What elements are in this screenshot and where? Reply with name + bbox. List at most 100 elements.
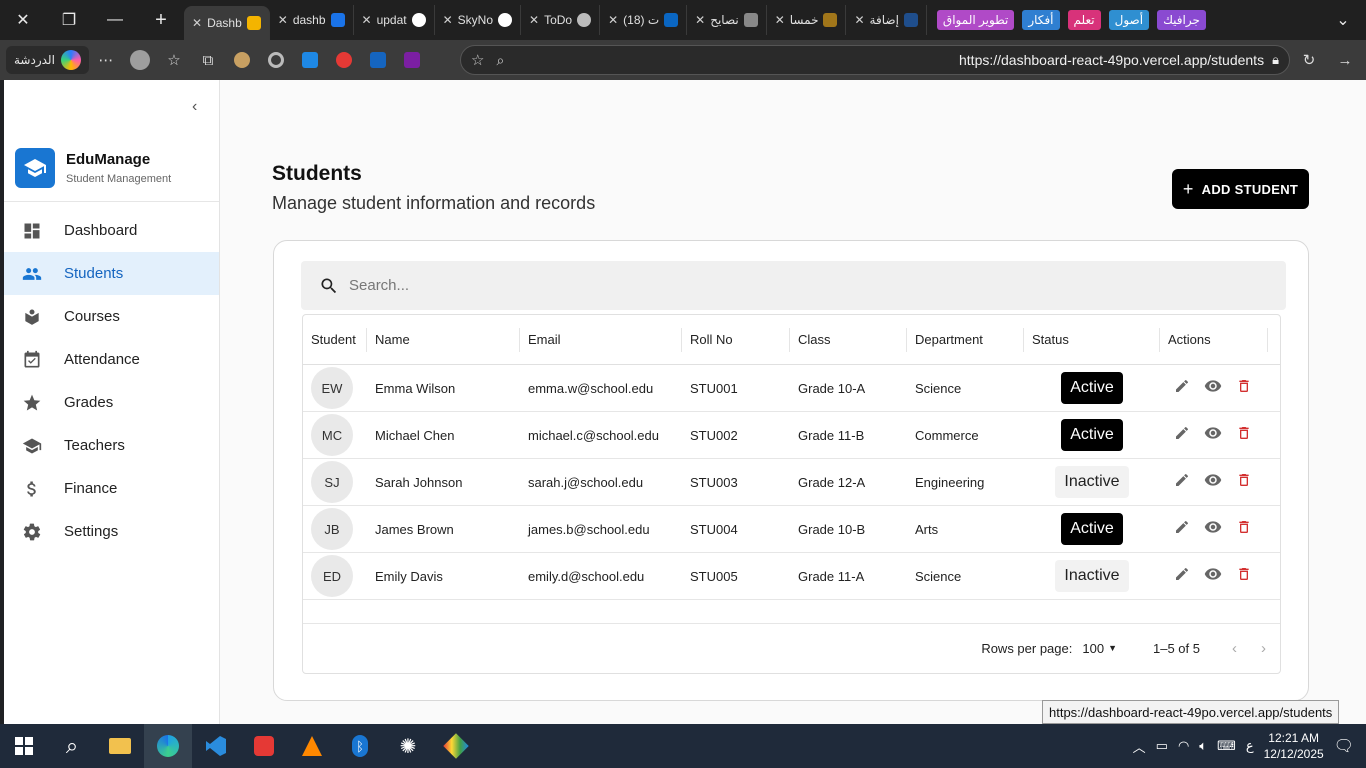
delete-trash-icon[interactable] — [1236, 378, 1252, 399]
task-app-icon[interactable] — [240, 724, 288, 768]
table-row[interactable]: SJ Sarah Johnson sarah.j@school.edu STU003 G… — [303, 459, 1280, 506]
keyboard-icon[interactable]: ⌨ — [1217, 738, 1236, 754]
column-header[interactable]: Email — [520, 327, 682, 352]
close-tab-icon[interactable]: ✕ — [854, 13, 864, 27]
volume-icon[interactable]: 🔈︎ — [1199, 738, 1207, 754]
edit-pencil-icon[interactable] — [1174, 566, 1190, 587]
extensions-icon[interactable]: ⧉ — [191, 46, 225, 74]
delete-trash-icon[interactable] — [1236, 425, 1252, 446]
column-header[interactable]: Actions — [1160, 327, 1268, 352]
bookmark-folder[interactable]: تعلم — [1067, 10, 1101, 30]
browser-tab[interactable]: ✕ نصايح — [687, 5, 767, 35]
clock[interactable]: 12:21 AM 12/12/2025 — [1264, 730, 1324, 762]
browser-tab[interactable]: ✕ إضافة — [846, 5, 927, 35]
delete-trash-icon[interactable] — [1236, 472, 1252, 493]
browser-tab[interactable]: ✕ Dashb — [184, 6, 270, 40]
table-row[interactable]: MC Michael Chen michael.c@school.edu STU002… — [303, 412, 1280, 459]
browser-tab[interactable]: ✕ dashb — [270, 5, 354, 35]
reload-icon[interactable]: ↻ — [1292, 46, 1326, 74]
add-student-button[interactable]: + ADD STUDENT — [1172, 169, 1309, 209]
sidebar-item-dashboard[interactable]: Dashboard — [4, 209, 219, 252]
browser-tab[interactable]: ✕ (18) ت — [600, 5, 688, 35]
edit-pencil-icon[interactable] — [1174, 425, 1190, 446]
column-header[interactable]: Status — [1024, 327, 1160, 352]
rows-per-page-select[interactable]: 100 ▼ — [1082, 641, 1117, 656]
minimize-window-icon[interactable]: — — [92, 0, 138, 40]
profile-avatar-icon[interactable] — [123, 46, 157, 74]
sidebar-item-students[interactable]: Students — [4, 252, 219, 295]
close-tab-icon[interactable]: ✕ — [695, 13, 705, 27]
git-app-icon[interactable] — [432, 724, 480, 768]
next-page-icon[interactable]: › — [1261, 640, 1266, 657]
browser-tab[interactable]: ✕ ToDo — [521, 5, 601, 35]
bookmark-folder[interactable]: جرافيك — [1157, 10, 1206, 30]
close-tab-icon[interactable]: ✕ — [608, 13, 618, 27]
table-row[interactable]: JB James Brown james.b@school.edu STU004 Gra… — [303, 506, 1280, 553]
sidebar-item-attendance[interactable]: Attendance — [4, 338, 219, 381]
vlc-icon[interactable] — [288, 724, 336, 768]
extension-q-icon[interactable] — [361, 46, 395, 74]
search-voice-icon[interactable]: ⌕ — [496, 52, 504, 69]
extension-blue-icon[interactable] — [293, 46, 327, 74]
browser-tab[interactable]: ✕ خمسا — [767, 5, 847, 35]
extension-target-icon[interactable] — [259, 46, 293, 74]
table-row[interactable]: ED Emily Davis emily.d@school.edu STU005 Gra… — [303, 553, 1280, 600]
column-header[interactable]: Roll No — [682, 327, 790, 352]
view-eye-icon[interactable] — [1204, 424, 1222, 447]
close-tab-icon[interactable]: ✕ — [529, 13, 539, 27]
browser-tab[interactable]: ✕ updat — [354, 5, 435, 35]
chatgpt-icon[interactable]: ✺ — [384, 724, 432, 768]
input-language[interactable]: ع — [1246, 738, 1254, 754]
notification-icon[interactable]: 🗨︎ — [1334, 736, 1354, 756]
table-row[interactable]: EW Emma Wilson emma.w@school.edu STU001 Grad… — [303, 365, 1280, 412]
new-tab-icon[interactable]: + — [138, 0, 184, 40]
battery-icon[interactable]: ▭ — [1156, 738, 1168, 754]
column-header[interactable]: Student — [303, 327, 367, 352]
view-eye-icon[interactable] — [1204, 377, 1222, 400]
tab-list-chevron-icon[interactable]: ⌄ — [1320, 0, 1366, 40]
address-bar[interactable]: ☆ ⌕ https://dashboard-react-49po.vercel.… — [460, 45, 1290, 75]
close-tab-icon[interactable]: ✕ — [362, 13, 372, 27]
edit-pencil-icon[interactable] — [1174, 378, 1190, 399]
view-eye-icon[interactable] — [1204, 518, 1222, 541]
search-box[interactable] — [301, 261, 1286, 310]
bookmark-folder[interactable]: تطوير المواق — [936, 10, 1015, 30]
file-explorer-icon[interactable] — [96, 724, 144, 768]
more-icon[interactable]: ⋯ — [89, 46, 123, 74]
extension-owl-icon[interactable] — [225, 46, 259, 74]
close-tab-icon[interactable]: ✕ — [775, 13, 785, 27]
column-header[interactable]: Department — [907, 327, 1024, 352]
vscode-icon[interactable] — [192, 724, 240, 768]
sidebar-item-teachers[interactable]: Teachers — [4, 424, 219, 467]
search-input[interactable] — [349, 277, 949, 294]
column-header[interactable]: Name — [367, 327, 520, 352]
edge-browser-icon[interactable] — [144, 724, 192, 768]
start-windows-icon[interactable] — [0, 724, 48, 768]
delete-trash-icon[interactable] — [1236, 566, 1252, 587]
wifi-icon[interactable]: ◠ — [1178, 738, 1189, 754]
sidebar-item-grades[interactable]: Grades — [4, 381, 219, 424]
favorite-star-icon[interactable]: ☆ — [471, 51, 484, 69]
lock-icon[interactable]: 🔒︎ — [1272, 52, 1279, 68]
view-eye-icon[interactable] — [1204, 565, 1222, 588]
extension-wallet-icon[interactable] — [395, 46, 429, 74]
column-header[interactable]: Class — [790, 327, 907, 352]
copilot-chat-button[interactable]: الدردشة — [6, 46, 89, 74]
collapse-sidebar-chevron-icon[interactable]: ‹ — [192, 98, 197, 116]
tray-chevron-icon[interactable]: ︿ — [1133, 737, 1146, 756]
sidebar-item-courses[interactable]: Courses — [4, 295, 219, 338]
browser-tab[interactable]: ✕ SkyNo — [435, 5, 522, 35]
sidebar-item-settings[interactable]: Settings — [4, 510, 219, 553]
delete-trash-icon[interactable] — [1236, 519, 1252, 540]
view-eye-icon[interactable] — [1204, 471, 1222, 494]
previous-page-icon[interactable]: ‹ — [1232, 640, 1237, 657]
extension-red-icon[interactable] — [327, 46, 361, 74]
close-tab-icon[interactable]: ✕ — [443, 13, 453, 27]
close-tab-icon[interactable]: ✕ — [192, 16, 202, 30]
search-icon[interactable]: ⌕ — [48, 724, 96, 768]
edit-pencil-icon[interactable] — [1174, 519, 1190, 540]
bookmark-folder[interactable]: أصول — [1108, 10, 1150, 30]
sidebar-item-finance[interactable]: Finance — [4, 467, 219, 510]
restore-window-icon[interactable]: ❐ — [46, 0, 92, 40]
close-tab-icon[interactable]: ✕ — [278, 13, 288, 27]
